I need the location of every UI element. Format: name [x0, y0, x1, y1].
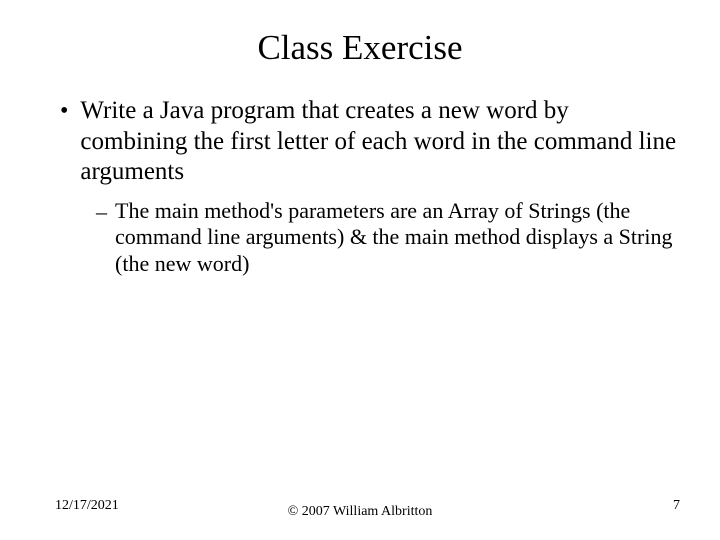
bullet-text: Write a Java program that creates a new …	[80, 96, 680, 188]
footer-page-number: 7	[673, 498, 680, 514]
sub-bullet-item: – The main method's parameters are an Ar…	[60, 198, 680, 278]
footer-copyright: © 2007 William Albritton	[288, 504, 433, 520]
bullet-item: • Write a Java program that creates a ne…	[60, 96, 680, 188]
footer-date: 12/17/2021	[55, 498, 119, 514]
sub-bullet-text: The main method's parameters are an Arra…	[115, 198, 680, 278]
slide-content: • Write a Java program that creates a ne…	[40, 96, 680, 278]
slide-title: Class Exercise	[40, 28, 680, 68]
slide: Class Exercise • Write a Java program th…	[0, 0, 720, 540]
sub-bullet-marker: –	[96, 198, 107, 225]
slide-footer: 12/17/2021 © 2007 William Albritton 7	[0, 498, 720, 514]
bullet-marker: •	[60, 96, 68, 126]
